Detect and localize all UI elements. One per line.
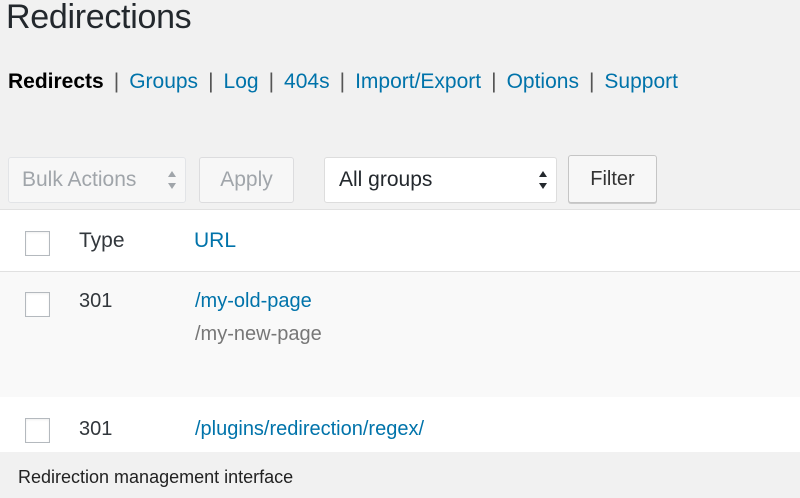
subnav-item-404s[interactable]: 404s [284,70,330,93]
subnav-item-log[interactable]: Log [224,70,259,93]
table-row: 301 /my-old-page /my-new-page [0,272,800,397]
apply-button[interactable]: Apply [199,157,294,203]
subnav-separator: | [491,70,497,93]
filter-button[interactable]: Filter [568,155,657,203]
table-row: 301 /plugins/redirection/regex/ [0,398,800,452]
column-header-url[interactable]: URL [194,229,236,253]
redirects-table: Type URL 301 /my-old-page /my-new-page 3… [0,209,800,452]
select-all-checkbox[interactable] [25,231,50,256]
page-title: Redirections [6,0,192,36]
up-down-arrows-icon [167,169,177,191]
row-source-url[interactable]: /plugins/redirection/regex/ [195,418,424,441]
subnav-separator: | [113,70,120,93]
row-type: 301 [79,418,113,440]
subnav-item-options[interactable]: Options [507,70,579,93]
group-filter-select[interactable]: All groups [324,157,557,203]
table-header: Type URL [0,210,800,272]
subnav-separator: | [268,70,275,93]
up-down-arrows-icon [538,169,548,191]
row-target-url: /my-new-page [195,323,322,345]
bulk-actions-label: Bulk Actions [22,168,137,191]
subnav: Redirects | Groups | Log | 404s | Import/Export |… [8,70,678,94]
bulk-actions-select[interactable]: Bulk Actions [8,157,186,203]
group-filter-label: All groups [339,168,433,191]
subnav-separator: | [339,70,346,93]
row-checkbox[interactable] [25,292,50,317]
subnav-separator: | [208,70,214,93]
subnav-item-import-export[interactable]: Import/Export [355,70,481,93]
subnav-separator: | [588,70,595,93]
subnav-item-groups[interactable]: Groups [129,70,198,93]
subnav-item-redirects[interactable]: Redirects [8,70,104,93]
row-checkbox[interactable] [25,418,50,443]
row-source-url[interactable]: /my-old-page [195,290,312,313]
row-type: 301 [79,290,113,312]
caption: Redirection management interface [18,467,294,487]
column-header-type: Type [79,229,125,252]
subnav-item-support[interactable]: Support [604,70,678,93]
